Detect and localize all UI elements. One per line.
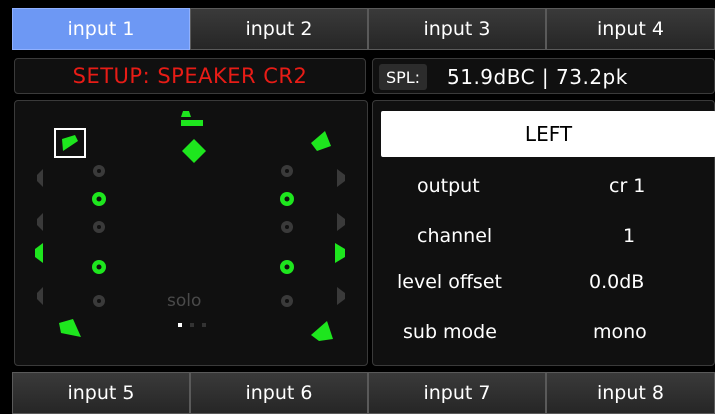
- tab-input-5[interactable]: input 5: [12, 372, 190, 414]
- level-offset-label: level offset: [397, 271, 502, 293]
- sub-mode-label: sub mode: [403, 321, 497, 343]
- spl-value: 51.9dBC | 73.2pk: [447, 65, 628, 89]
- spl-label: SPL:: [379, 64, 427, 90]
- tab-input-4[interactable]: input 4: [546, 8, 715, 50]
- spl-readout: SPL: 51.9dBC | 73.2pk: [372, 58, 715, 94]
- speaker-front-left-selected[interactable]: [54, 128, 86, 158]
- left-dots: [92, 165, 106, 307]
- output-label: output: [417, 175, 480, 197]
- tab-input-8[interactable]: input 8: [546, 372, 715, 414]
- speaker-rear-left[interactable]: [59, 319, 81, 337]
- solo-label[interactable]: solo: [167, 291, 201, 311]
- speaker-map-graphic: [35, 111, 345, 341]
- speaker-rear-right[interactable]: [311, 321, 333, 341]
- left-side-speakers: [35, 169, 43, 305]
- right-dots: [280, 165, 294, 307]
- channel-label: channel: [417, 225, 493, 247]
- sub-mode-value[interactable]: mono: [593, 321, 647, 343]
- tab-input-1[interactable]: input 1: [12, 8, 190, 50]
- right-side-speakers: [335, 169, 345, 305]
- tab-input-3[interactable]: input 3: [368, 8, 546, 50]
- channel-value[interactable]: 1: [623, 225, 635, 247]
- level-offset-value[interactable]: 0.0dB: [589, 271, 644, 293]
- setup-title: SETUP: SPEAKER CR2: [14, 58, 366, 94]
- tab-input-6[interactable]: input 6: [190, 372, 368, 414]
- tab-input-2[interactable]: input 2: [190, 8, 368, 50]
- channel-panel: LEFT output cr 1 channel 1 level offset …: [372, 100, 715, 366]
- page-indicator: [178, 323, 206, 327]
- tab-input-7[interactable]: input 7: [368, 372, 546, 414]
- channel-select-left[interactable]: LEFT: [381, 111, 715, 157]
- speaker-center[interactable]: [181, 111, 206, 163]
- output-value[interactable]: cr 1: [609, 175, 645, 197]
- speaker-front-right[interactable]: [311, 131, 331, 151]
- speaker-map: solo: [14, 100, 368, 366]
